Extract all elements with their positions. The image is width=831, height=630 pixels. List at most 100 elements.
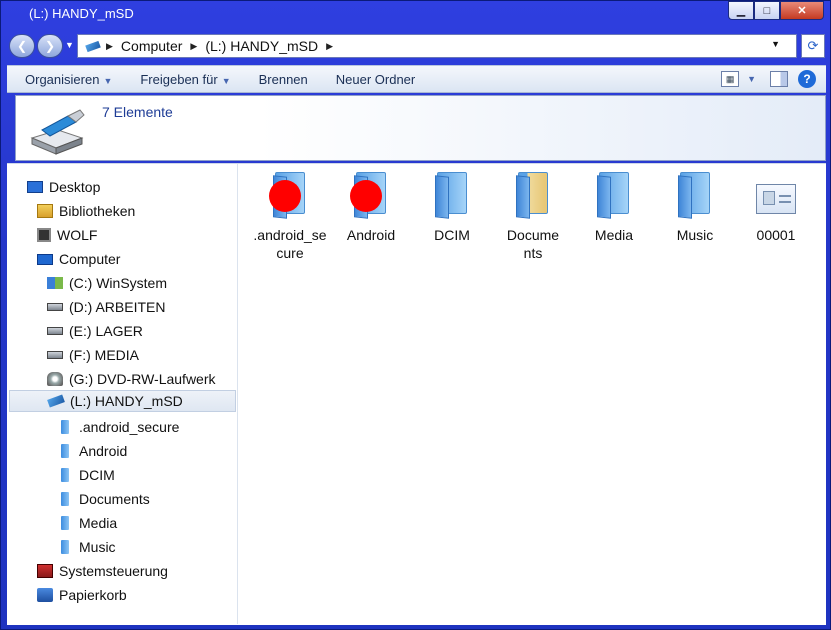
nav-item-folder-android-secure[interactable]: .android_secure (57, 416, 179, 438)
folder-icon (597, 172, 631, 219)
nav-item-drive-e[interactable]: (E:) LAGER (47, 320, 143, 342)
nav-label: Bibliotheken (59, 203, 136, 219)
recycle-bin-icon (37, 588, 53, 602)
file-item-android-secure[interactable]: .android_secure (251, 172, 329, 262)
recent-pages-dropdown[interactable]: ▼ (65, 40, 74, 50)
file-label: Music (676, 227, 714, 243)
burn-button[interactable]: Brennen (259, 72, 308, 87)
nav-item-drive-l[interactable]: (L:) HANDY_mSD (9, 390, 236, 412)
breadcrumb-arrow-icon[interactable]: ▶ (326, 41, 333, 52)
nav-item-folder-android[interactable]: Android (57, 440, 127, 462)
minimize-button[interactable]: ▁ (728, 1, 754, 20)
file-item-contact[interactable]: 00001 (737, 172, 815, 244)
chevron-down-icon[interactable]: ▼ (747, 74, 756, 84)
maximize-button[interactable]: □ (754, 1, 780, 20)
nav-item-folder-media[interactable]: Media (57, 512, 117, 534)
user-pc-icon (37, 228, 51, 242)
nav-label: Computer (59, 251, 121, 267)
command-bar: Organisieren ▼ Freigeben für ▼ Brennen Neu… (7, 65, 826, 93)
file-item-media[interactable]: Media (575, 172, 653, 244)
usb-drive-icon (47, 394, 65, 408)
nav-label: (L:) HANDY_mSD (70, 393, 183, 409)
nav-item-drive-g[interactable]: (G:) DVD-RW-Laufwerk (47, 368, 216, 390)
file-item-dcim[interactable]: DCIM (413, 172, 491, 244)
file-item-documents[interactable]: Documents (494, 172, 572, 262)
share-label: Freigeben für (140, 71, 218, 87)
breadcrumb-arrow-icon[interactable]: ▶ (106, 41, 113, 52)
back-button[interactable]: ❮ (9, 34, 35, 58)
window-title: (L:) HANDY_mSD (29, 6, 134, 21)
details-pane: 7 Elemente (15, 95, 826, 161)
file-item-music[interactable]: Music (656, 172, 734, 244)
nav-label: (C:) WinSystem (69, 275, 167, 291)
new-folder-button[interactable]: Neuer Ordner (336, 72, 415, 87)
drive-icon (47, 327, 63, 335)
drive-icon (47, 303, 63, 311)
forward-button[interactable]: ❯ (37, 34, 63, 58)
nav-label: Systemsteuerung (59, 563, 168, 579)
nav-label: (G:) DVD-RW-Laufwerk (69, 371, 216, 387)
nav-label: WOLF (57, 227, 98, 243)
nav-item-libraries[interactable]: Bibliotheken (37, 200, 135, 222)
folder-icon (435, 172, 469, 219)
nav-label: Documents (79, 491, 150, 507)
organize-menu[interactable]: Organisieren ▼ (25, 72, 112, 87)
red-marker-icon (269, 180, 301, 212)
address-bar[interactable]: ▶ Computer ▶ (L:) HANDY_mSD ▶ ▼ (77, 34, 797, 58)
breadcrumb-drive[interactable]: (L:) HANDY_mSD (205, 38, 318, 54)
desktop-icon (27, 181, 43, 193)
preview-pane-icon[interactable] (770, 71, 788, 87)
red-marker-icon (350, 180, 382, 212)
nav-item-drive-f[interactable]: (F:) MEDIA (47, 344, 139, 366)
address-dropdown-icon[interactable]: ▼ (771, 39, 780, 49)
nav-label: DCIM (79, 467, 115, 483)
folder-icon (61, 444, 69, 458)
folder-icon (516, 172, 550, 219)
help-icon[interactable]: ? (798, 70, 816, 88)
chevron-down-icon: ▼ (103, 75, 113, 86)
organize-label: Organisieren (25, 71, 100, 87)
nav-item-drive-d[interactable]: (D:) ARBEITEN (47, 296, 165, 318)
dvd-drive-icon (47, 372, 63, 386)
navigation-pane[interactable]: Desktop Bibliotheken WOLF Computer (C:) … (7, 164, 238, 624)
libraries-icon (37, 204, 53, 218)
nav-item-wolf[interactable]: WOLF (37, 224, 97, 246)
nav-label: (D:) ARBEITEN (69, 299, 166, 315)
chevron-down-icon: ▼ (221, 75, 231, 86)
folder-icon (61, 516, 69, 530)
folder-icon (269, 172, 307, 219)
nav-item-recycle-bin[interactable]: Papierkorb (37, 584, 127, 606)
nav-item-folder-dcim[interactable]: DCIM (57, 464, 115, 486)
file-label: Documents (506, 227, 560, 261)
breadcrumb-computer[interactable]: Computer (121, 38, 182, 54)
nav-label: Media (79, 515, 118, 531)
file-label: Media (594, 227, 634, 243)
nav-item-folder-music[interactable]: Music (57, 536, 116, 558)
close-button[interactable]: ✕ (780, 1, 824, 20)
drive-icon (47, 351, 63, 359)
breadcrumb-arrow-icon[interactable]: ▶ (190, 41, 197, 52)
nav-label: Desktop (49, 179, 101, 195)
file-label: DCIM (434, 227, 470, 243)
address-row: ❮ ❯ ▼ ▶ Computer ▶ (L:) HANDY_mSD ▶ ▼ ⟳ (7, 32, 826, 60)
file-label: Android (346, 227, 396, 243)
view-options-icon[interactable]: ▦ (721, 71, 740, 87)
nav-item-control-panel[interactable]: Systemsteuerung (37, 560, 168, 582)
nav-item-drive-c[interactable]: (C:) WinSystem (47, 272, 167, 294)
refresh-button[interactable]: ⟳ (801, 34, 825, 58)
nav-item-folder-documents[interactable]: Documents (57, 488, 150, 510)
folder-icon (61, 420, 69, 434)
folder-icon (678, 172, 712, 219)
file-list[interactable]: .android_secure Android DCIM Documents M… (239, 164, 826, 624)
nav-label: (F:) MEDIA (69, 347, 139, 363)
usb-drive-icon (85, 40, 101, 52)
nav-label: (E:) LAGER (69, 323, 143, 339)
nav-item-desktop[interactable]: Desktop (27, 176, 100, 198)
nav-item-computer[interactable]: Computer (37, 248, 120, 270)
title-bar[interactable]: (L:) HANDY_mSD ▁ □ ✕ (1, 1, 830, 29)
nav-label: .android_secure (79, 419, 180, 435)
file-label: 00001 (756, 227, 796, 243)
file-item-android[interactable]: Android (332, 172, 410, 244)
item-count: 7 Elemente (102, 104, 173, 120)
share-menu[interactable]: Freigeben für ▼ (140, 72, 230, 87)
